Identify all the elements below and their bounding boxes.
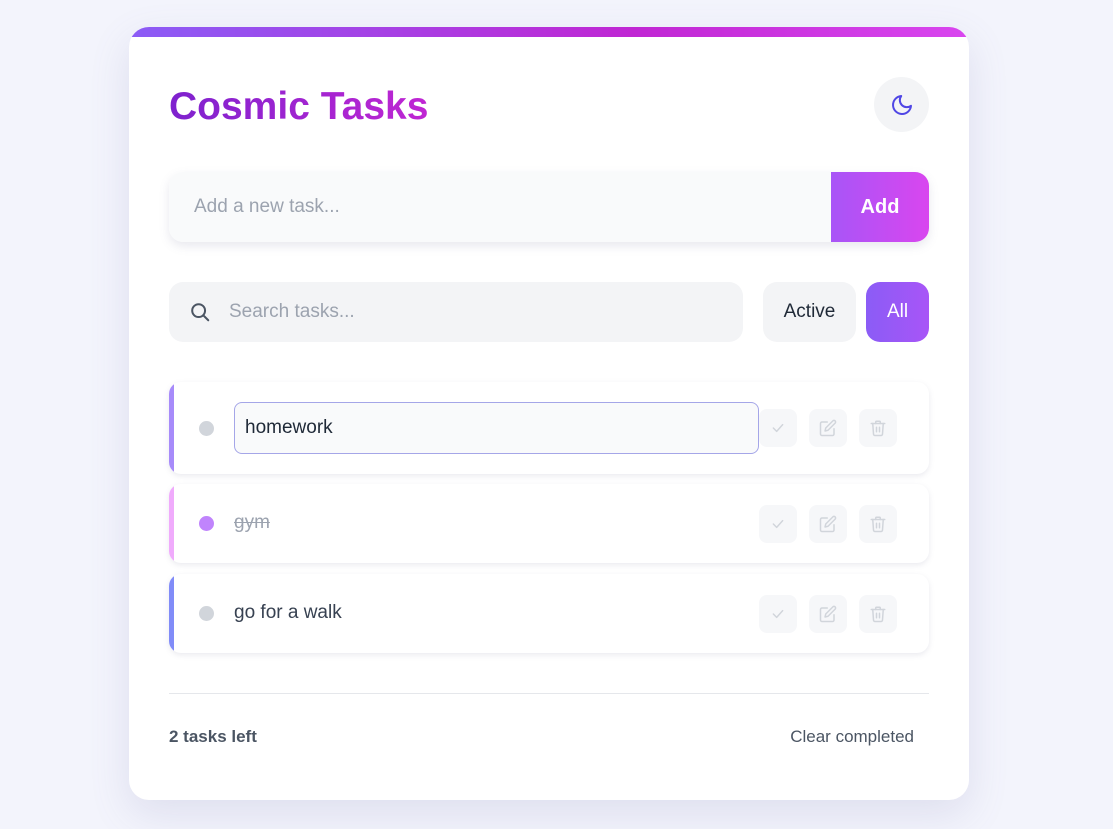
filter-active-button[interactable]: Active (763, 282, 856, 342)
task-text: go for a walk (234, 602, 342, 623)
edit-button[interactable] (809, 595, 847, 633)
task-actions (759, 505, 897, 543)
edit-icon (819, 515, 837, 533)
add-task-button[interactable]: Add (831, 172, 929, 242)
add-task-input[interactable] (169, 172, 831, 242)
clear-completed-button[interactable]: Clear completed (769, 727, 914, 747)
search-icon (191, 303, 210, 322)
delete-button[interactable] (859, 409, 897, 447)
complete-button[interactable] (759, 595, 797, 633)
gradient-top-bar (129, 27, 969, 37)
check-icon (772, 423, 784, 433)
complete-button[interactable] (759, 409, 797, 447)
trash-icon (870, 420, 886, 437)
moon-icon (891, 94, 912, 115)
task-text: gym (234, 512, 270, 533)
edit-button[interactable] (809, 505, 847, 543)
task-card: Cosmic Tasks Add Active All (129, 27, 969, 800)
tasks-left-count: 2 tasks left (169, 727, 257, 746)
task-accent-bar (169, 382, 174, 474)
task-item (169, 382, 929, 474)
add-task-row: Add (169, 172, 929, 242)
task-accent-bar (169, 574, 174, 653)
theme-toggle-button[interactable] (874, 77, 929, 132)
check-icon (772, 609, 784, 619)
edit-icon (819, 605, 837, 623)
task-status-dot[interactable] (199, 516, 214, 531)
edit-icon (819, 419, 837, 437)
task-accent-bar (169, 484, 174, 563)
delete-button[interactable] (859, 595, 897, 633)
trash-icon (870, 516, 886, 533)
app-title: Cosmic Tasks (169, 79, 428, 135)
search-box (169, 282, 743, 342)
check-icon (772, 519, 784, 529)
task-status-dot[interactable] (199, 421, 214, 436)
task-status-dot[interactable] (199, 606, 214, 621)
delete-button[interactable] (859, 505, 897, 543)
task-item: go for a walk (169, 574, 929, 653)
task-actions (759, 595, 897, 633)
search-input[interactable] (227, 282, 727, 342)
task-edit-input[interactable] (234, 402, 759, 454)
filter-all-button[interactable]: All (866, 282, 929, 342)
edit-button[interactable] (809, 409, 847, 447)
trash-icon (870, 606, 886, 623)
task-item: gym (169, 484, 929, 563)
task-actions (759, 409, 897, 447)
complete-button[interactable] (759, 505, 797, 543)
footer-divider (169, 693, 929, 694)
